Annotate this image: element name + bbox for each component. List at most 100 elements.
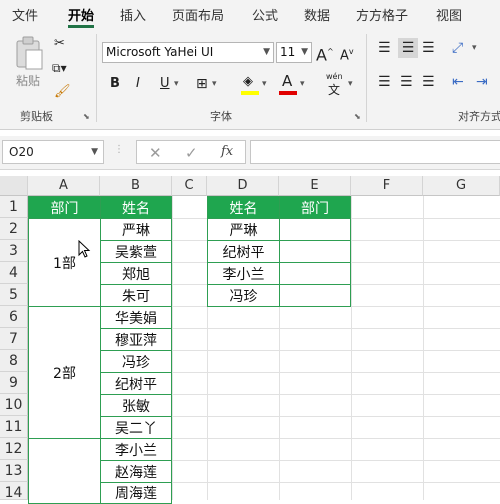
- row-header[interactable]: 8: [0, 350, 28, 372]
- row-header[interactable]: 10: [0, 394, 28, 416]
- name-cell[interactable]: 华美娟: [100, 306, 172, 329]
- insert-function-icon[interactable]: fx: [221, 144, 233, 159]
- row-header[interactable]: 1: [0, 196, 28, 218]
- tab-ffgz[interactable]: 方方格子: [356, 5, 408, 24]
- dept-cell[interactable]: [28, 438, 101, 504]
- name-cell[interactable]: 郑旭: [100, 262, 172, 285]
- splitter-handle-icon[interactable]: ⋮: [114, 144, 124, 155]
- increase-indent-icon[interactable]: ⇥: [476, 72, 488, 92]
- table2-header-name[interactable]: 姓名: [207, 196, 280, 219]
- row-header[interactable]: 4: [0, 262, 28, 284]
- lookup-dept-cell[interactable]: [279, 262, 351, 285]
- decrease-indent-icon[interactable]: ⇤: [452, 72, 464, 92]
- tab-page-layout[interactable]: 页面布局: [172, 5, 224, 24]
- chevron-down-icon[interactable]: ▾: [212, 74, 217, 94]
- align-bottom-icon[interactable]: ☰: [422, 38, 435, 58]
- align-right-icon[interactable]: ☰: [422, 72, 435, 92]
- tab-data[interactable]: 数据: [304, 5, 330, 24]
- orientation-icon[interactable]: ⤢: [452, 38, 463, 58]
- font-name-combo[interactable]: Microsoft YaHei UI ▼: [102, 42, 274, 63]
- underline-button[interactable]: U: [160, 74, 170, 94]
- worksheet-grid: A B C D E F G 1 2 3 4 5 6 7 8 9 10 11 12…: [0, 176, 500, 504]
- column-header[interactable]: G: [423, 176, 500, 196]
- name-cell[interactable]: 李小兰: [100, 438, 172, 461]
- column-header[interactable]: D: [207, 176, 279, 196]
- table2-header-dept[interactable]: 部门: [279, 196, 351, 219]
- border-icon[interactable]: ⊞: [196, 74, 208, 94]
- phonetic-guide-button[interactable]: wén 文: [324, 72, 346, 97]
- italic-button[interactable]: I: [136, 74, 140, 94]
- tab-insert[interactable]: 插入: [120, 5, 146, 24]
- copy-icon[interactable]: ⧉▾: [52, 58, 67, 78]
- row-header[interactable]: 14: [0, 482, 28, 501]
- row-header[interactable]: 2: [0, 218, 28, 240]
- name-cell[interactable]: 张敏: [100, 394, 172, 417]
- name-cell[interactable]: 吴紫萱: [100, 240, 172, 263]
- format-painter-icon[interactable]: 🖌: [54, 82, 71, 102]
- select-all-corner[interactable]: [0, 176, 28, 196]
- tab-file[interactable]: 文件: [12, 5, 38, 24]
- align-center-icon[interactable]: ☰: [400, 72, 413, 92]
- font-color-button[interactable]: A: [278, 72, 298, 96]
- row-header[interactable]: 7: [0, 328, 28, 350]
- name-cell[interactable]: 穆亚萍: [100, 328, 172, 351]
- align-middle-icon[interactable]: ☰: [398, 38, 418, 58]
- row-header[interactable]: 3: [0, 240, 28, 262]
- column-header[interactable]: A: [28, 176, 100, 196]
- chevron-down-icon[interactable]: ▾: [262, 74, 267, 94]
- fill-color-button[interactable]: ◈: [240, 74, 260, 96]
- name-cell[interactable]: 冯珍: [100, 350, 172, 373]
- cancel-icon[interactable]: ✕: [149, 144, 162, 162]
- shrink-font-button[interactable]: Av: [340, 42, 354, 66]
- dept-cell[interactable]: 2部: [28, 306, 101, 439]
- name-cell[interactable]: 赵海莲: [100, 460, 172, 483]
- column-header[interactable]: C: [172, 176, 207, 196]
- table1-header-name[interactable]: 姓名: [100, 196, 172, 219]
- lookup-name-cell[interactable]: 严琳: [207, 218, 280, 241]
- column-header[interactable]: B: [100, 176, 172, 196]
- lookup-dept-cell[interactable]: [279, 284, 351, 307]
- name-cell[interactable]: 朱可: [100, 284, 172, 307]
- name-cell[interactable]: 纪树平: [100, 372, 172, 395]
- clipboard-launcher-icon[interactable]: ⬊: [83, 112, 90, 121]
- chevron-down-icon: ▼: [263, 47, 270, 57]
- cut-icon[interactable]: ✂: [54, 34, 65, 54]
- row-header[interactable]: 5: [0, 284, 28, 306]
- chevron-down-icon[interactable]: ▾: [300, 74, 305, 94]
- enter-icon[interactable]: ✓: [185, 144, 198, 162]
- name-cell[interactable]: 吴二丫: [100, 416, 172, 439]
- row-header[interactable]: 12: [0, 438, 28, 460]
- table1-header-dept[interactable]: 部门: [28, 196, 101, 219]
- chevron-down-icon[interactable]: ▾: [348, 74, 353, 94]
- lookup-dept-cell[interactable]: [279, 218, 351, 241]
- row-header[interactable]: 13: [0, 460, 28, 482]
- lookup-dept-cell[interactable]: [279, 240, 351, 263]
- font-size-combo[interactable]: 11 ▼: [276, 42, 312, 63]
- lookup-name-cell[interactable]: 纪树平: [207, 240, 280, 263]
- chevron-down-icon[interactable]: ▾: [472, 38, 477, 58]
- align-left-icon[interactable]: ☰: [378, 72, 391, 92]
- column-header[interactable]: E: [279, 176, 351, 196]
- phonetic-wen-text: wén: [326, 72, 343, 81]
- tab-home[interactable]: 开始: [68, 5, 94, 24]
- font-launcher-icon[interactable]: ⬊: [354, 112, 361, 121]
- row-header[interactable]: 11: [0, 416, 28, 438]
- group-separator: [366, 34, 367, 122]
- name-cell[interactable]: 严琳: [100, 218, 172, 241]
- grow-font-button[interactable]: A^: [316, 42, 334, 65]
- name-cell[interactable]: 周海莲: [100, 482, 172, 504]
- align-top-icon[interactable]: ☰: [378, 38, 391, 58]
- dept-cell[interactable]: 1部: [28, 218, 101, 307]
- tab-view[interactable]: 视图: [436, 5, 462, 24]
- bold-button[interactable]: B: [110, 74, 120, 94]
- row-header[interactable]: 6: [0, 306, 28, 328]
- lookup-name-cell[interactable]: 李小兰: [207, 262, 280, 285]
- paste-button[interactable]: 粘贴: [10, 34, 48, 96]
- lookup-name-cell[interactable]: 冯珍: [207, 284, 280, 307]
- formula-input[interactable]: [250, 140, 500, 164]
- row-header[interactable]: 9: [0, 372, 28, 394]
- column-header[interactable]: F: [351, 176, 423, 196]
- tab-formulas[interactable]: 公式: [252, 5, 278, 24]
- name-box[interactable]: O20 ▼: [2, 140, 104, 164]
- chevron-down-icon[interactable]: ▾: [174, 74, 179, 94]
